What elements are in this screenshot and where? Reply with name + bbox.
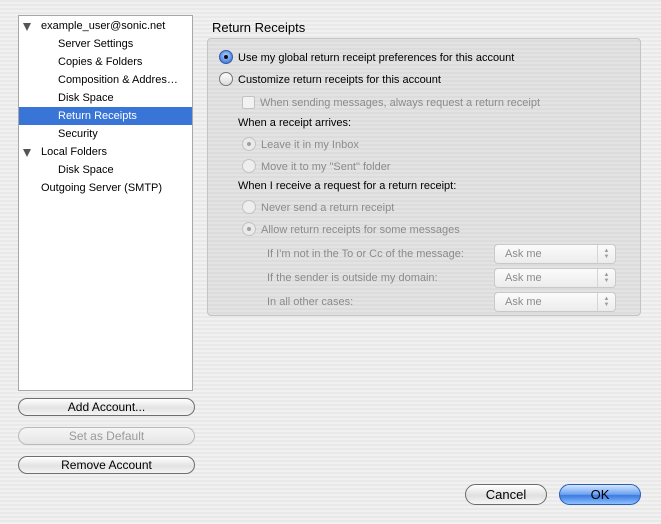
set-default-button[interactable]: Set as Default xyxy=(18,427,195,445)
always-request-checkbox[interactable] xyxy=(242,95,255,109)
stepper-arrows-icon: ▲ ▼ xyxy=(597,245,615,263)
stepper-arrows-icon: ▲ ▼ xyxy=(597,293,615,311)
tree-item-copies-folders[interactable]: Copies & Folders xyxy=(19,53,192,71)
disclosure-triangle-icon[interactable] xyxy=(23,149,31,157)
other-cases-label: In all other cases: xyxy=(267,296,354,308)
never-send-option[interactable]: Never send a return receipt xyxy=(242,199,394,217)
arrives-heading: When a receipt arrives: xyxy=(238,117,352,129)
use-global-radio[interactable] xyxy=(219,50,233,65)
account-tree[interactable]: example_user@sonic.net Server Settings C… xyxy=(18,15,193,391)
outside-domain-label: If the sender is outside my domain: xyxy=(267,272,438,284)
tree-item-server-settings[interactable]: Server Settings xyxy=(19,35,192,53)
disclosure-triangle-icon[interactable] xyxy=(23,23,31,31)
leave-inbox-option[interactable]: Leave it in my Inbox xyxy=(242,136,359,154)
customize-radio[interactable] xyxy=(219,72,233,87)
leave-inbox-radio[interactable] xyxy=(242,137,256,152)
other-cases-select[interactable]: Ask me ▲ ▼ xyxy=(494,292,616,312)
customize-option[interactable]: Customize return receipts for this accou… xyxy=(219,71,441,89)
tree-item-return-receipts[interactable]: Return Receipts xyxy=(19,107,192,125)
page-title: Return Receipts xyxy=(212,20,306,35)
stepper-arrows-icon: ▲ ▼ xyxy=(597,269,615,287)
not-in-to-cc-label: If I'm not in the To or Cc of the messag… xyxy=(267,248,464,260)
tree-item-composition[interactable]: Composition & Addres… xyxy=(19,71,192,89)
tree-item-local-folders[interactable]: Local Folders xyxy=(19,143,192,161)
allow-some-option[interactable]: Allow return receipts for some messages xyxy=(242,221,460,239)
use-global-option[interactable]: Use my global return receipt preferences… xyxy=(219,49,514,67)
tree-item-security[interactable]: Security xyxy=(19,125,192,143)
ok-button[interactable]: OK xyxy=(559,484,641,505)
tree-item-local-disk-space[interactable]: Disk Space xyxy=(19,161,192,179)
always-request-option[interactable]: When sending messages, always request a … xyxy=(242,94,540,112)
add-account-button[interactable]: Add Account... xyxy=(18,398,195,416)
cancel-button[interactable]: Cancel xyxy=(465,484,547,505)
allow-some-radio[interactable] xyxy=(242,222,256,237)
never-send-radio[interactable] xyxy=(242,200,256,215)
not-in-to-cc-select[interactable]: Ask me ▲ ▼ xyxy=(494,244,616,264)
tree-item-account[interactable]: example_user@sonic.net xyxy=(19,17,192,35)
remove-account-button[interactable]: Remove Account xyxy=(18,456,195,474)
request-heading: When I receive a request for a return re… xyxy=(238,180,457,192)
move-sent-radio[interactable] xyxy=(242,159,256,174)
move-sent-option[interactable]: Move it to my "Sent" folder xyxy=(242,158,390,176)
tree-item-outgoing-server[interactable]: Outgoing Server (SMTP) xyxy=(19,179,192,197)
return-receipts-group: Use my global return receipt preferences… xyxy=(207,38,641,316)
tree-item-disk-space[interactable]: Disk Space xyxy=(19,89,192,107)
outside-domain-select[interactable]: Ask me ▲ ▼ xyxy=(494,268,616,288)
